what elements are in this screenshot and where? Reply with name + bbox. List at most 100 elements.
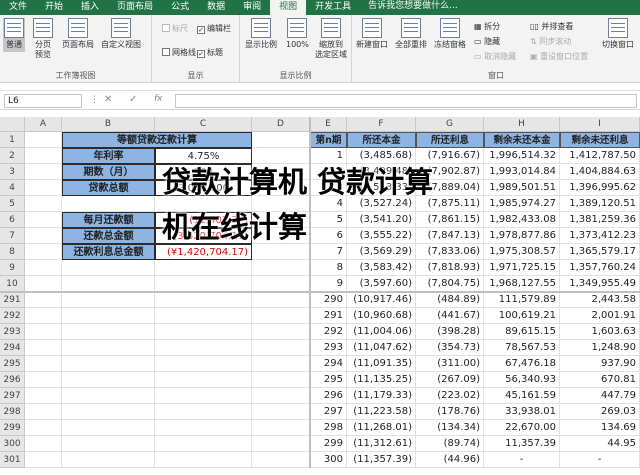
row-header-6[interactable]: 6 bbox=[0, 212, 25, 228]
cell[interactable] bbox=[252, 388, 310, 404]
zoom-button[interactable]: 显示比例 bbox=[245, 18, 277, 50]
table-cell-rem_principal[interactable]: 1,996,514.32 bbox=[484, 148, 560, 164]
table-cell-interest[interactable]: (267.09) bbox=[416, 372, 484, 388]
headings-checkbox[interactable]: ✓ 标题 bbox=[197, 47, 223, 58]
table-cell-principal[interactable]: (11,047.62) bbox=[347, 340, 416, 356]
column-header-F[interactable]: F bbox=[347, 117, 416, 132]
cell[interactable] bbox=[155, 308, 252, 324]
cell[interactable] bbox=[25, 340, 62, 356]
column-header-A[interactable]: A bbox=[25, 117, 62, 132]
freeze-panes-button[interactable]: 冻结窗格 bbox=[434, 18, 466, 50]
hide-button[interactable]: ▭ 隐藏 bbox=[474, 36, 500, 47]
row-header-1[interactable]: 1 bbox=[0, 132, 25, 148]
switch-windows-button[interactable]: 切换窗口 bbox=[602, 18, 634, 50]
table-cell-rem_interest[interactable]: 1,373,412.23 bbox=[560, 228, 640, 244]
param-value[interactable]: 4.75% bbox=[155, 148, 252, 164]
cell[interactable] bbox=[252, 404, 310, 420]
table-cell-principal[interactable]: (11,312.61) bbox=[347, 436, 416, 452]
cell[interactable] bbox=[25, 260, 62, 276]
table-cell-n[interactable]: 1 bbox=[310, 148, 347, 164]
right-table-header[interactable]: 剩余未还利息 bbox=[560, 132, 640, 148]
table-cell-rem_principal[interactable]: 1,978,877.86 bbox=[484, 228, 560, 244]
row-header-8[interactable]: 8 bbox=[0, 244, 25, 260]
table-cell-rem_interest[interactable]: 1,396,995.62 bbox=[560, 180, 640, 196]
tab-8[interactable]: 开发工具 bbox=[306, 0, 360, 15]
table-cell-rem_principal[interactable]: 1,993,014.84 bbox=[484, 164, 560, 180]
table-cell-rem_interest[interactable]: 1,404,884.63 bbox=[560, 164, 640, 180]
table-cell-principal[interactable]: (11,135.25) bbox=[347, 372, 416, 388]
cell[interactable] bbox=[155, 436, 252, 452]
column-header-E[interactable]: E bbox=[310, 117, 347, 132]
cell[interactable] bbox=[25, 180, 62, 196]
table-cell-rem_principal[interactable]: 56,340.93 bbox=[484, 372, 560, 388]
cancel-icon[interactable]: ✕ bbox=[104, 94, 112, 105]
cell[interactable] bbox=[155, 324, 252, 340]
tab-5[interactable]: 数据 bbox=[198, 0, 234, 15]
gridlines-checkbox[interactable]: 网格线 bbox=[162, 47, 196, 58]
row-header-4[interactable]: 4 bbox=[0, 180, 25, 196]
custom-views-button[interactable]: 自定义视图 bbox=[101, 18, 141, 50]
table-cell-rem_interest[interactable]: 1,357,760.24 bbox=[560, 260, 640, 276]
table-cell-principal[interactable]: (3,569.29) bbox=[347, 244, 416, 260]
cell[interactable] bbox=[62, 196, 155, 212]
table-cell-n[interactable]: 5 bbox=[310, 212, 347, 228]
cell[interactable] bbox=[25, 212, 62, 228]
row-header-10[interactable]: 10 bbox=[0, 276, 25, 292]
cell[interactable] bbox=[252, 436, 310, 452]
table-cell-rem_principal[interactable]: - bbox=[484, 452, 560, 468]
table-cell-n[interactable]: 296 bbox=[310, 388, 347, 404]
row-header-292[interactable]: 292 bbox=[0, 308, 25, 324]
row-header-296[interactable]: 296 bbox=[0, 372, 25, 388]
table-cell-interest[interactable]: (398.28) bbox=[416, 324, 484, 340]
table-cell-rem_interest[interactable]: 937.90 bbox=[560, 356, 640, 372]
cell[interactable] bbox=[25, 436, 62, 452]
right-table-header[interactable]: 所还本金 bbox=[347, 132, 416, 148]
table-cell-principal[interactable]: (11,223.58) bbox=[347, 404, 416, 420]
formula-bar-checkbox[interactable]: ✓ 编辑栏 bbox=[197, 23, 231, 34]
row-header-291[interactable]: 291 bbox=[0, 292, 25, 308]
table-cell-n[interactable]: 291 bbox=[310, 308, 347, 324]
table-cell-interest[interactable]: (354.73) bbox=[416, 340, 484, 356]
cell[interactable] bbox=[25, 276, 62, 292]
right-table-header[interactable]: 所还利息 bbox=[416, 132, 484, 148]
table-cell-n[interactable]: 293 bbox=[310, 340, 347, 356]
cell[interactable] bbox=[25, 372, 62, 388]
table-cell-rem_interest[interactable]: 2,443.58 bbox=[560, 292, 640, 308]
cell[interactable] bbox=[25, 292, 62, 308]
table-cell-interest[interactable]: (178.76) bbox=[416, 404, 484, 420]
cell[interactable] bbox=[155, 452, 252, 468]
column-header-I[interactable]: I bbox=[560, 117, 640, 132]
table-cell-rem_principal[interactable]: 22,670.00 bbox=[484, 420, 560, 436]
table-cell-rem_interest[interactable]: 1,365,579.17 bbox=[560, 244, 640, 260]
tab-4[interactable]: 公式 bbox=[162, 0, 198, 15]
cell[interactable] bbox=[252, 148, 310, 164]
tab-7[interactable]: 视图 bbox=[270, 0, 307, 15]
table-cell-n[interactable]: 8 bbox=[310, 260, 347, 276]
table-cell-n[interactable]: 292 bbox=[310, 324, 347, 340]
table-cell-principal[interactable]: (11,268.01) bbox=[347, 420, 416, 436]
table-cell-interest[interactable]: (7,847.13) bbox=[416, 228, 484, 244]
cell[interactable] bbox=[155, 292, 252, 308]
cell[interactable] bbox=[252, 356, 310, 372]
cell[interactable] bbox=[252, 324, 310, 340]
cell[interactable] bbox=[252, 452, 310, 468]
ruler-checkbox[interactable]: 标尺 bbox=[162, 23, 188, 34]
table-cell-rem_interest[interactable]: 269.03 bbox=[560, 404, 640, 420]
column-header-D[interactable]: D bbox=[252, 117, 310, 132]
table-cell-rem_principal[interactable]: 1,971,725.15 bbox=[484, 260, 560, 276]
side-by-side-button[interactable]: ▯▯ 并排查看 bbox=[530, 21, 573, 32]
cell[interactable] bbox=[155, 356, 252, 372]
cell[interactable] bbox=[155, 276, 252, 292]
row-header-2[interactable]: 2 bbox=[0, 148, 25, 164]
result-label[interactable]: 还款总金额 bbox=[62, 228, 155, 244]
row-header-7[interactable]: 7 bbox=[0, 228, 25, 244]
cell[interactable] bbox=[25, 356, 62, 372]
select-all-corner[interactable] bbox=[0, 117, 25, 132]
arrange-all-button[interactable]: 全部重排 bbox=[395, 18, 427, 50]
table-cell-principal[interactable]: (3,485.68) bbox=[347, 148, 416, 164]
table-cell-interest[interactable]: (7,916.67) bbox=[416, 148, 484, 164]
new-window-button[interactable]: 新建窗口 bbox=[356, 18, 388, 50]
cell[interactable] bbox=[252, 292, 310, 308]
table-cell-rem_interest[interactable]: 670.81 bbox=[560, 372, 640, 388]
cell[interactable] bbox=[25, 404, 62, 420]
